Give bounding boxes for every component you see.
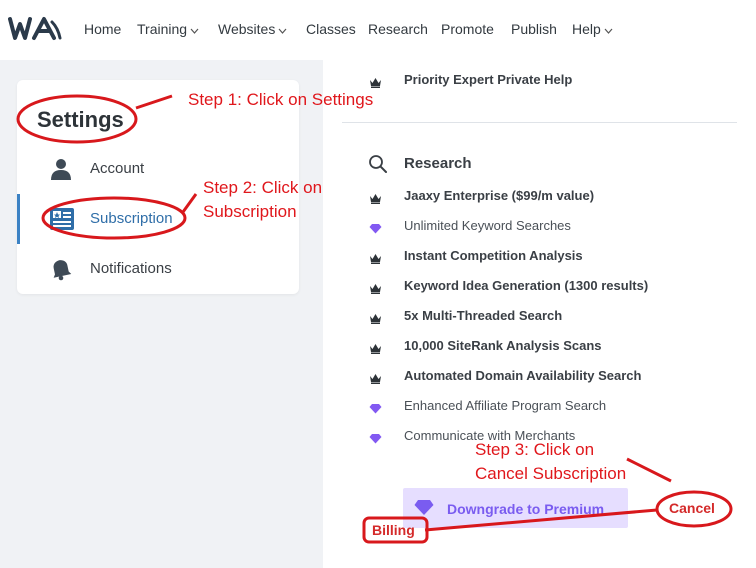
crown-icon (369, 75, 383, 88)
nav-help[interactable]: Help (572, 21, 613, 37)
chevron-down-icon (190, 21, 199, 37)
bell-icon (49, 257, 73, 281)
diamond-icon (369, 431, 383, 444)
feature-item: 5x Multi-Threaded Search (404, 308, 563, 323)
nav-websites[interactable]: Websites (218, 21, 287, 37)
nav-home[interactable]: Home (84, 21, 121, 37)
diamond-icon (369, 401, 383, 414)
feature-item: Automated Domain Availability Search (404, 368, 642, 383)
settings-title[interactable]: Settings (37, 107, 124, 133)
step3-pointer-line (626, 457, 672, 483)
diamond-icon (369, 221, 383, 234)
crown-icon (369, 341, 383, 354)
nav-research[interactable]: Research (368, 21, 428, 37)
nav-publish[interactable]: Publish (511, 21, 557, 37)
annotation-step2-line1: Step 2: Click on (203, 178, 323, 197)
research-section-title: Research (404, 155, 472, 172)
sidebar-item-label: Account (90, 160, 145, 177)
downgrade-button[interactable]: Downgrade to Premium (403, 488, 628, 528)
crown-icon (369, 311, 383, 324)
feature-item: Keyword Idea Generation (1300 results) (404, 278, 649, 293)
annotation-step2-line2: Subscription (203, 202, 297, 221)
search-icon (368, 154, 388, 179)
billing-link[interactable]: Billing (372, 522, 415, 538)
chevron-down-icon (604, 21, 613, 37)
annotation-step3-line2: Cancel Subscription (475, 464, 627, 483)
downgrade-button-label: Downgrade to Premium (447, 501, 605, 517)
wa-logo[interactable] (8, 16, 62, 47)
feature-item: Unlimited Keyword Searches (404, 218, 571, 233)
feature-item: 10,000 SiteRank Analysis Scans (404, 338, 602, 353)
sidebar-item-label: Subscription (90, 210, 173, 227)
chevron-down-icon (278, 21, 287, 37)
user-icon (49, 157, 73, 181)
crown-icon (369, 281, 383, 294)
annotation-step3-line1: Step 3: Click on (475, 440, 595, 459)
feature-item: Priority Expert Private Help (404, 72, 573, 87)
feature-item: Instant Competition Analysis (404, 248, 583, 263)
annotation-step1: Step 1: Click on Settings (188, 90, 374, 109)
feature-item: Enhanced Affiliate Program Search (404, 398, 607, 413)
nav-promote[interactable]: Promote (441, 21, 494, 37)
nav-classes[interactable]: Classes (306, 21, 356, 37)
nav-training[interactable]: Training (137, 21, 199, 37)
feature-item: Jaaxy Enterprise ($99/m value) (404, 188, 595, 203)
crown-icon (369, 371, 383, 384)
diamond-icon (414, 499, 434, 521)
crown-icon (369, 251, 383, 264)
sidebar-item-notifications[interactable]: Notifications (17, 249, 299, 289)
section-divider (342, 122, 737, 123)
top-navbar: Home Training Websites Classes Research … (0, 0, 756, 60)
id-card-icon (49, 207, 74, 231)
sidebar-item-label: Notifications (90, 260, 172, 277)
cancel-link[interactable]: Cancel (669, 500, 715, 516)
crown-icon (369, 191, 383, 204)
